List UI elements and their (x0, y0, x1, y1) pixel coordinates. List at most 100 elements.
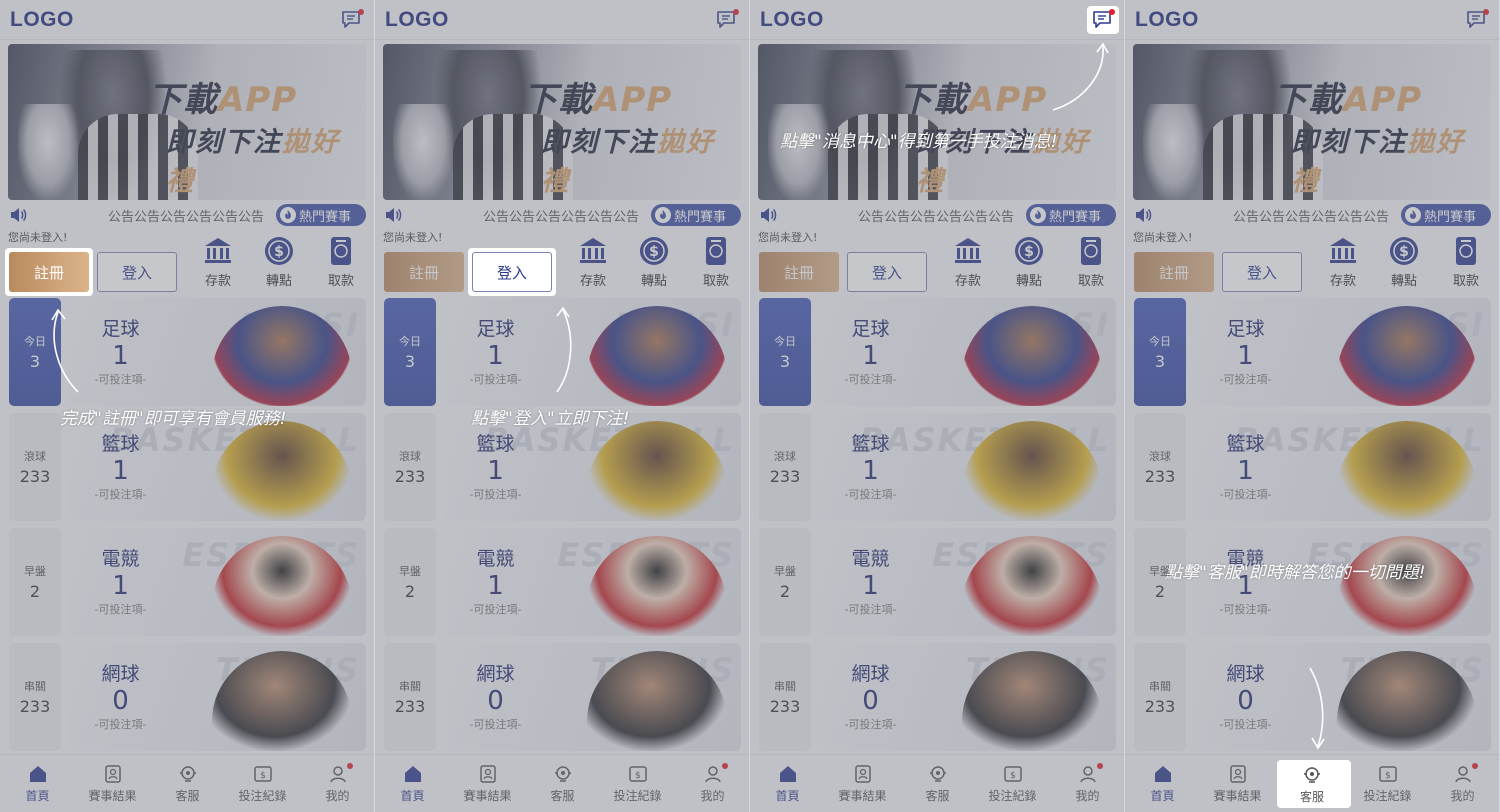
tab-home[interactable]: 首頁 (1128, 763, 1198, 804)
withdraw-button[interactable]: 取款 (1441, 234, 1491, 292)
sport-card[interactable]: TENNIS網球0-可投注項- (68, 643, 366, 751)
notice-ticker[interactable]: 公告公告公告公告公告公告 (1233, 206, 1401, 225)
promo-banner[interactable]: 下載APP 即刻下注拋好禮 (383, 44, 741, 200)
svg-text:$: $ (274, 244, 284, 260)
login-button[interactable]: 登入 (847, 252, 927, 292)
message-center-button[interactable] (1464, 8, 1490, 32)
hot-events-button[interactable]: 熱門賽事 (276, 204, 366, 226)
withdraw-button[interactable]: 取款 (316, 234, 366, 292)
login-button[interactable]: 登入 (1222, 252, 1302, 292)
market-filter-1[interactable]: 滾球 233 (384, 413, 436, 521)
tab-support-highlight[interactable]: 客服 (1277, 764, 1347, 805)
tab-profile[interactable]: 我的 (1428, 763, 1498, 804)
market-filter-0[interactable]: 今日 3 (1134, 298, 1186, 406)
notice-ticker[interactable]: 公告公告公告公告公告公告 (483, 206, 651, 225)
register-button[interactable]: 註冊 (1134, 252, 1214, 292)
tab-home[interactable]: 首頁 (753, 763, 823, 804)
hot-events-button[interactable]: 熱門賽事 (651, 204, 741, 226)
sport-card[interactable]: BASKETBALL籃球1-可投注項- (443, 413, 741, 521)
highlight-register: 註冊 (5, 248, 93, 296)
market-filter-3[interactable]: 串關 233 (384, 643, 436, 751)
banner-headline: 下載APP (1273, 72, 1422, 121)
sport-card[interactable]: TENNIS網球0-可投注項- (443, 643, 741, 751)
market-filter-1[interactable]: 滾球 233 (759, 413, 811, 521)
tab-home[interactable]: 首頁 (3, 763, 73, 804)
market-filter-0[interactable]: 今日 3 (759, 298, 811, 406)
login-button-highlight[interactable]: 登入 (472, 252, 552, 292)
tab-results[interactable]: 賽事結果 (1203, 763, 1273, 804)
tab-profile[interactable]: 我的 (1053, 763, 1123, 804)
sport-card[interactable]: MESSI足球1-可投注項- (1193, 298, 1491, 406)
svg-text:$: $ (635, 771, 641, 781)
tutorial-hint: 點擊"客服"即時解答您的一切問題! (1165, 563, 1426, 583)
hot-events-button[interactable]: 熱門賽事 (1401, 204, 1491, 226)
hot-events-button[interactable]: 熱門賽事 (1026, 204, 1116, 226)
market-filter-3[interactable]: 串關 233 (9, 643, 61, 751)
sport-card[interactable]: MESSI足球1-可投注項- (818, 298, 1116, 406)
tab-support[interactable]: 客服 (528, 763, 598, 804)
tab-bet-records[interactable]: $ 投注紀錄 (1353, 763, 1423, 804)
sport-card[interactable]: BASKETBALL籃球1-可投注項- (818, 413, 1116, 521)
tab-bet-records[interactable]: $ 投注紀錄 (228, 763, 298, 804)
market-filter-2[interactable]: 早盤 2 (384, 528, 436, 636)
register-button[interactable]: 註冊 (759, 252, 839, 292)
sport-card[interactable]: MESSI足球1-可投注項- (443, 298, 741, 406)
sport-sub: -可投注項- (469, 488, 522, 501)
market-filter-2[interactable]: 早盤 2 (9, 528, 61, 636)
withdraw-button[interactable]: 取款 (691, 234, 741, 292)
transfer-button[interactable]: $ 轉點 (1004, 234, 1054, 292)
notice-ticker[interactable]: 公告公告公告公告公告公告 (108, 206, 276, 225)
sport-card[interactable]: ESPORTS電競1-可投注項- (443, 528, 741, 636)
tab-results[interactable]: 賽事結果 (453, 763, 523, 804)
sport-card[interactable]: TENNIS網球0-可投注項- (818, 643, 1116, 751)
register-button-highlight[interactable]: 註冊 (9, 252, 89, 292)
hot-events-label: 熱門賽事 (1049, 209, 1102, 225)
tab-profile[interactable]: 我的 (678, 763, 748, 804)
tab-results[interactable]: 賽事結果 (78, 763, 148, 804)
notification-dot (1096, 763, 1103, 769)
sport-card[interactable]: BASKETBALL籃球1-可投注項- (1193, 413, 1491, 521)
tab-results[interactable]: 賽事結果 (828, 763, 898, 804)
market-filter-3[interactable]: 串關 233 (1134, 643, 1186, 751)
deposit-button[interactable]: 存款 (193, 234, 243, 292)
message-center-button[interactable] (714, 8, 740, 32)
tab-bet-records[interactable]: $ 投注紀錄 (603, 763, 673, 804)
sport-card[interactable]: ESPORTS電競1-可投注項- (68, 528, 366, 636)
market-count: 2 (779, 582, 791, 601)
deposit-label: 存款 (954, 274, 981, 289)
tab-bet-records[interactable]: $ 投注紀錄 (978, 763, 1048, 804)
banner-headline: 下載APP (148, 72, 297, 121)
transfer-button[interactable]: $ 轉點 (1379, 234, 1429, 292)
market-filter-2[interactable]: 早盤 2 (759, 528, 811, 636)
sport-info: 籃球 1 -可投注項- (443, 429, 548, 502)
deposit-button[interactable]: 存款 (943, 234, 993, 292)
transfer-button[interactable]: $ 轉點 (629, 234, 679, 292)
message-center-button-highlight[interactable] (1090, 8, 1116, 32)
market-filter-1[interactable]: 滾球 233 (9, 413, 61, 521)
sport-card[interactable]: BASKETBALL籃球1-可投注項- (68, 413, 366, 521)
deposit-button[interactable]: 存款 (568, 234, 618, 292)
promo-banner[interactable]: 下載APP 即刻下注拋好禮 (1133, 44, 1491, 200)
transfer-button[interactable]: $ 轉點 (254, 234, 304, 292)
sport-card[interactable]: TENNIS網球0-可投注項- (1193, 643, 1491, 751)
market-filter-0[interactable]: 今日 3 (384, 298, 436, 406)
sport-card[interactable]: MESSI足球1-可投注項- (68, 298, 366, 406)
withdraw-label: 取款 (1452, 274, 1479, 289)
deposit-button[interactable]: 存款 (1318, 234, 1368, 292)
register-button[interactable]: 註冊 (384, 252, 464, 292)
app-logo: LOGO (1135, 7, 1199, 31)
sport-card[interactable]: ESPORTS電競1-可投注項- (818, 528, 1116, 636)
home-icon (1154, 766, 1171, 782)
market-filter-3[interactable]: 串關 233 (759, 643, 811, 751)
notice-ticker[interactable]: 公告公告公告公告公告公告 (858, 206, 1026, 225)
login-button[interactable]: 登入 (97, 252, 177, 292)
withdraw-button[interactable]: 取款 (1066, 234, 1116, 292)
promo-banner[interactable]: 下載APP 即刻下注拋好禮 (8, 44, 366, 200)
market-filter-1[interactable]: 滾球 233 (1134, 413, 1186, 521)
tab-home[interactable]: 首頁 (378, 763, 448, 804)
tab-support[interactable]: 客服 (903, 763, 973, 804)
tab-profile[interactable]: 我的 (303, 763, 373, 804)
message-center-button[interactable] (339, 8, 365, 32)
tab-support[interactable]: 客服 (153, 763, 223, 804)
notice-bar: 公告公告公告公告公告公告 熱門賽事 (1133, 204, 1491, 226)
